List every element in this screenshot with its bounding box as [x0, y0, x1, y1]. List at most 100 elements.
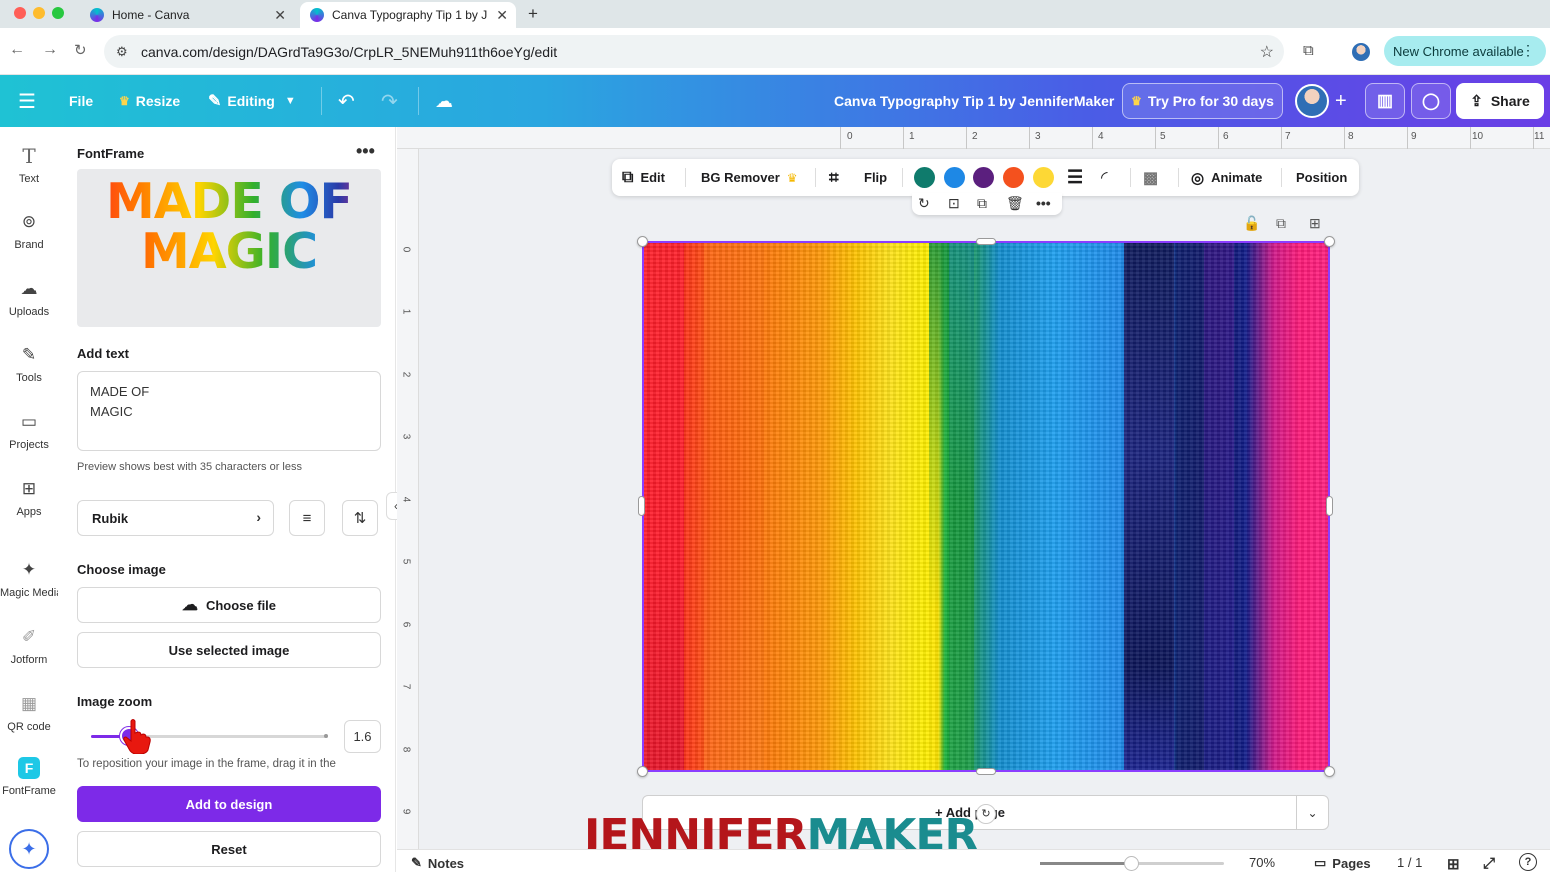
- magic-assistant-icon[interactable]: ✦: [9, 829, 49, 869]
- rail-item-tools[interactable]: ✎ Tools: [0, 344, 58, 404]
- pages-label: Pages: [1332, 855, 1371, 871]
- maximize-window-button[interactable]: [52, 7, 64, 19]
- font-name: Rubik: [92, 510, 129, 526]
- back-icon[interactable]: ←: [9, 41, 25, 59]
- rotate-handle-icon[interactable]: ↻: [976, 804, 996, 824]
- site-settings-icon[interactable]: ⚙: [116, 44, 128, 60]
- pages-button[interactable]: ▭ Pages: [1314, 855, 1371, 871]
- add-page-options-chevron-icon[interactable]: ⌄: [1296, 796, 1328, 829]
- resize-handle-top-left[interactable]: [637, 236, 648, 247]
- rail-label: Apps: [16, 506, 42, 518]
- rail-item-jotform[interactable]: ✐ Jotform: [0, 626, 58, 686]
- zoom-slider[interactable]: [1040, 856, 1224, 871]
- resize-handle-left[interactable]: [638, 496, 645, 516]
- add-page-icon[interactable]: ⊞: [1309, 215, 1321, 232]
- use-selected-image-button[interactable]: Use selected image: [77, 632, 381, 668]
- close-tab-icon[interactable]: ✕: [274, 7, 286, 24]
- notes-button[interactable]: ✎ Notes: [411, 855, 464, 871]
- more-options-icon[interactable]: •••: [356, 141, 375, 162]
- crop-icon[interactable]: ⌗: [829, 159, 839, 196]
- rail-item-uploads[interactable]: ☁ Uploads: [0, 278, 58, 338]
- more-icon[interactable]: •••: [1036, 195, 1051, 211]
- url-field[interactable]: ⚙ canva.com/design/DAGrdTa9G3o/CrpLR_5NE…: [104, 35, 1284, 68]
- editing-mode-button[interactable]: ✎ Editing ▼: [208, 75, 296, 127]
- frame-text-input[interactable]: MADE OF MAGIC: [77, 371, 381, 451]
- document-title[interactable]: Canva Typography Tip 1 by JenniferMaker: [834, 75, 1114, 127]
- forward-icon[interactable]: →: [42, 41, 58, 59]
- help-icon[interactable]: ?: [1519, 853, 1537, 871]
- zoom-value-field[interactable]: 1.6: [344, 720, 381, 753]
- choose-file-button[interactable]: ☁ Choose file: [77, 587, 381, 623]
- resize-handle-top-right[interactable]: [1324, 236, 1335, 247]
- fullscreen-icon[interactable]: ⤢: [1483, 855, 1495, 872]
- add-collaborator-icon[interactable]: +: [1335, 75, 1347, 127]
- comment-icon[interactable]: ◯: [1411, 83, 1451, 119]
- corner-rounding-icon[interactable]: ◜: [1101, 159, 1108, 196]
- rail-item-projects[interactable]: ▭ Projects: [0, 411, 58, 471]
- grid-view-icon[interactable]: ⊞: [1447, 855, 1460, 872]
- main-menu-icon[interactable]: ☰: [18, 75, 36, 127]
- rail-item-magic-media[interactable]: ✦ Magic Media: [0, 559, 62, 619]
- try-pro-button[interactable]: ♛ Try Pro for 30 days: [1122, 83, 1283, 119]
- color-swatch[interactable]: [973, 167, 994, 188]
- design-image-rainbow-paint[interactable]: [642, 241, 1330, 772]
- rail-item-fontframe[interactable]: F FontFrame: [0, 757, 58, 817]
- zoom-slider-thumb[interactable]: [1124, 856, 1139, 871]
- border-style-icon[interactable]: ☰: [1067, 159, 1083, 196]
- color-swatch[interactable]: [944, 167, 965, 188]
- line-spacing-button[interactable]: ⇅: [342, 500, 378, 536]
- close-window-button[interactable]: [14, 7, 26, 19]
- minimize-window-button[interactable]: [33, 7, 45, 19]
- edit-image-button[interactable]: ⧉ Edit: [622, 159, 665, 196]
- zoom-level[interactable]: 70%: [1249, 855, 1275, 870]
- animate-button[interactable]: ◎ Animate: [1191, 159, 1262, 196]
- resize-handle-right[interactable]: [1326, 496, 1333, 516]
- resize-handle-bottom-right[interactable]: [1324, 766, 1335, 777]
- ruler-tick: 1: [909, 131, 915, 142]
- resize-handle-top[interactable]: [976, 238, 996, 245]
- undo-icon[interactable]: ↶: [338, 75, 355, 127]
- color-swatch[interactable]: [914, 167, 935, 188]
- resize-handle-bottom-left[interactable]: [637, 766, 648, 777]
- duplicate-icon[interactable]: ⧉: [977, 195, 987, 212]
- redo-icon[interactable]: ↷: [381, 75, 398, 127]
- cast-icon[interactable]: ⧉: [1303, 42, 1314, 59]
- rail-item-qr-code[interactable]: ▦ QR code: [0, 693, 58, 753]
- close-tab-icon[interactable]: ✕: [496, 7, 508, 24]
- resize-handle-bottom[interactable]: [976, 768, 996, 775]
- user-avatar[interactable]: [1295, 84, 1329, 118]
- font-selector[interactable]: Rubik ›: [77, 500, 274, 536]
- color-swatch[interactable]: [1033, 167, 1054, 188]
- rail-item-text[interactable]: T Text: [0, 145, 58, 205]
- lock-frame-icon[interactable]: ⊡: [948, 195, 960, 212]
- cloud-saved-icon[interactable]: ☁: [435, 75, 453, 127]
- rail-item-brand[interactable]: ⊚ Brand: [0, 211, 58, 271]
- chrome-menu-icon[interactable]: ⋮: [1521, 42, 1535, 59]
- rotate-icon[interactable]: ↻: [918, 195, 930, 212]
- bookmark-star-icon[interactable]: ☆: [1260, 42, 1274, 62]
- text-align-button[interactable]: ≡: [289, 500, 325, 536]
- ruler-tick: 2: [400, 371, 412, 378]
- rail-item-apps[interactable]: ⊞ Apps: [0, 478, 58, 538]
- new-tab-icon[interactable]: +: [528, 4, 538, 24]
- position-button[interactable]: Position: [1296, 159, 1347, 196]
- reset-button[interactable]: Reset: [77, 831, 381, 867]
- share-button[interactable]: ⇪ Share: [1456, 83, 1544, 119]
- browser-tab-design[interactable]: Canva Typography Tip 1 by Jennifer ✕: [300, 2, 516, 28]
- bg-remover-button[interactable]: BG Remover ♛: [701, 159, 798, 196]
- flip-button[interactable]: Flip: [864, 159, 887, 196]
- reload-icon[interactable]: ↻: [74, 41, 87, 59]
- lock-icon[interactable]: 🔓: [1243, 215, 1260, 232]
- delete-icon[interactable]: 🗑: [1006, 195, 1024, 212]
- insights-chart-icon[interactable]: ▥: [1365, 83, 1405, 119]
- transparency-icon[interactable]: ▩: [1143, 159, 1158, 196]
- profile-avatar-icon[interactable]: [1352, 43, 1370, 61]
- new-chrome-available-button[interactable]: New Chrome available ⋮: [1384, 36, 1546, 66]
- copy-page-icon[interactable]: ⧉: [1276, 215, 1286, 232]
- browser-tab-home[interactable]: Home - Canva ✕: [80, 2, 294, 28]
- add-to-design-button[interactable]: Add to design: [77, 786, 381, 822]
- ruler-mark: [1344, 127, 1345, 149]
- file-menu-button[interactable]: File: [69, 75, 93, 127]
- color-swatch[interactable]: [1003, 167, 1024, 188]
- resize-button[interactable]: ♛ Resize: [119, 75, 180, 127]
